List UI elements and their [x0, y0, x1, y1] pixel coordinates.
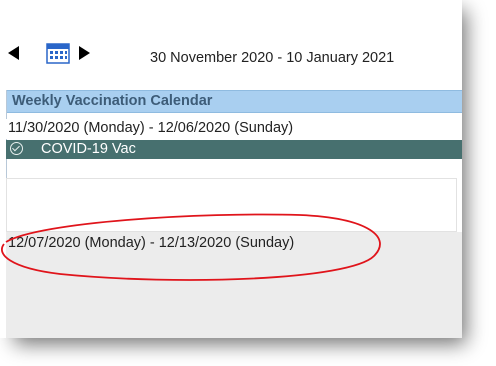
event-covid-vac[interactable]: COVID-19 Vac	[6, 140, 462, 159]
calendar-panel: 30 November 2020 - 10 January 2021 Weekl…	[0, 0, 462, 338]
week-label: 12/07/2020 (Monday) - 12/13/2020 (Sunday…	[8, 235, 295, 251]
week-label: 11/30/2020 (Monday) - 12/06/2020 (Sunday…	[8, 120, 294, 136]
empty-day-area[interactable]	[6, 178, 457, 232]
calendar-icon[interactable]	[46, 42, 70, 64]
triangle-left-icon[interactable]	[8, 46, 19, 60]
calendar-title: Weekly Vaccination Calendar	[12, 93, 213, 109]
event-label: COVID-19 Vac	[41, 141, 136, 157]
week-row: 11/30/2020 (Monday) - 12/06/2020 (Sunday…	[6, 119, 462, 139]
nav-toolbar: 30 November 2020 - 10 January 2021	[0, 38, 462, 70]
triangle-right-icon[interactable]	[79, 46, 90, 60]
week-row: 12/07/2020 (Monday) - 12/13/2020 (Sunday…	[6, 234, 462, 254]
check-circle-icon	[10, 142, 23, 155]
calendar-header: Weekly Vaccination Calendar	[6, 90, 462, 113]
date-range-label: 30 November 2020 - 10 January 2021	[150, 50, 395, 66]
